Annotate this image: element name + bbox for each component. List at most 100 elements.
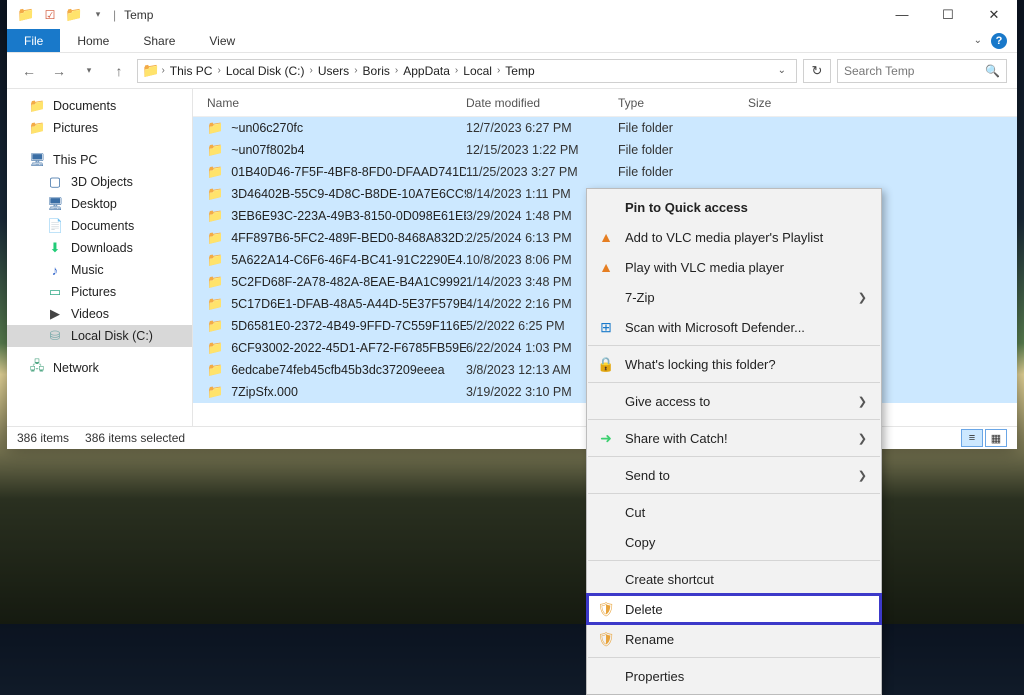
context-icon: ➜ [597, 430, 615, 447]
folder-icon: 📁 [207, 186, 223, 202]
context-icon: ▲ [597, 229, 615, 245]
ribbon-view[interactable]: View [192, 29, 252, 52]
col-name[interactable]: Name [193, 96, 466, 110]
context-icon: ▲ [597, 259, 615, 275]
breadcrumb-1[interactable]: Local Disk (C:) [223, 64, 308, 78]
address-dropdown-icon[interactable]: ⌄ [772, 65, 792, 76]
folder-icon: 📁 [29, 120, 45, 136]
sidebar-item[interactable]: ▢ 3D Objects [7, 171, 192, 193]
sidebar-item[interactable]: ⛁ Local Disk (C:) [7, 325, 192, 347]
context-separator [588, 345, 880, 346]
view-icons-button[interactable]: ▦ [985, 429, 1007, 447]
close-button[interactable]: ✕ [971, 0, 1017, 29]
maximize-button[interactable]: ☐ [925, 0, 971, 29]
breadcrumb-5[interactable]: Local [460, 64, 495, 78]
folder-icon: 📁 [207, 340, 223, 356]
folder-icon: 📁 [207, 318, 223, 334]
context-icon: 🛡 [597, 601, 615, 618]
ribbon-home[interactable]: Home [60, 29, 126, 52]
col-size[interactable]: Size [748, 96, 1017, 110]
ribbon-expand-icon[interactable]: ⌄ [974, 35, 982, 46]
sidebar-item[interactable]: ⬇ Downloads [7, 237, 192, 259]
table-row[interactable]: 📁 01B40D46-7F5F-4BF8-8FD0-DFAAD741D... 1… [193, 161, 1017, 183]
folder-icon: 📁 [207, 296, 223, 312]
context-icon: 🔒 [597, 356, 615, 373]
context-item[interactable]: ⊞ Scan with Microsoft Defender... [587, 312, 881, 342]
file-name: 4FF897B6-5FC2-489F-BED0-8468A832D1... [231, 231, 466, 245]
refresh-button[interactable]: ↻ [803, 59, 831, 83]
sidebar-item[interactable]: ▭ Pictures [7, 281, 192, 303]
context-item[interactable]: Give access to ❯ [587, 386, 881, 416]
breadcrumb-4[interactable]: AppData [400, 64, 453, 78]
context-item[interactable]: 🔒 What's locking this folder? [587, 349, 881, 379]
minimize-button[interactable]: — [879, 0, 925, 29]
context-item[interactable]: ▲ Play with VLC media player [587, 252, 881, 282]
view-details-button[interactable]: ≡ [961, 429, 983, 447]
context-label: Rename [625, 632, 674, 647]
folder-icon: 📁 [207, 164, 223, 180]
app-icon: 📁 [15, 6, 37, 23]
sidebar-item[interactable]: 📄 Documents [7, 215, 192, 237]
up-button[interactable]: ↑ [107, 59, 131, 83]
file-name: ~un07f802b4 [231, 143, 304, 157]
sidebar-network[interactable]: 🖧 Network [7, 357, 192, 379]
context-item[interactable]: Cut [587, 497, 881, 527]
back-button[interactable]: ← [17, 59, 41, 83]
sidebar-item[interactable]: 📁 Documents [7, 95, 192, 117]
sidebar: 📁 Documents 📁 Pictures 🖥 This PC ▢ 3D Ob… [7, 89, 193, 426]
context-item[interactable]: Properties [587, 661, 881, 691]
window-title: Temp [124, 8, 153, 22]
file-name: 5C2FD68F-2A78-482A-8EAE-B4A1C9992... [231, 275, 466, 289]
col-date[interactable]: Date modified [466, 96, 618, 110]
context-separator [588, 382, 880, 383]
file-type: File folder [618, 121, 748, 135]
address-icon: 📁 [142, 62, 159, 79]
context-item[interactable]: 🛡 Delete [587, 594, 881, 624]
context-item[interactable]: 7-Zip ❯ [587, 282, 881, 312]
context-item[interactable]: Pin to Quick access [587, 192, 881, 222]
sidebar-icon: ⛁ [47, 328, 63, 344]
context-label: Play with VLC media player [625, 260, 784, 275]
context-label: Properties [625, 669, 684, 684]
ribbon-file[interactable]: File [7, 29, 60, 52]
navbar: ← → ▾ ↑ 📁 › This PC› Local Disk (C:)› Us… [7, 53, 1017, 89]
context-item[interactable]: ▲ Add to VLC media player's Playlist [587, 222, 881, 252]
breadcrumb-3[interactable]: Boris [360, 64, 393, 78]
table-row[interactable]: 📁 ~un07f802b4 12/15/2023 1:22 PM File fo… [193, 139, 1017, 161]
context-item[interactable]: 🛡 Rename [587, 624, 881, 654]
sidebar-item-label: Downloads [71, 241, 133, 255]
qat-folder-icon[interactable]: 📁 [63, 6, 85, 23]
context-item[interactable]: ➜ Share with Catch! ❯ [587, 423, 881, 453]
recent-dropdown[interactable]: ▾ [77, 59, 101, 83]
chevron-right-icon: ❯ [858, 432, 867, 445]
ribbon: File Home Share View ⌄ ? [7, 29, 1017, 53]
sidebar-item[interactable]: ▶ Videos [7, 303, 192, 325]
context-item[interactable]: Send to ❯ [587, 460, 881, 490]
qat-checkbox-icon[interactable]: ☑ [39, 8, 61, 22]
file-name: 6CF93002-2022-45D1-AF72-F6785FB59E... [231, 341, 466, 355]
breadcrumb-0[interactable]: This PC [167, 64, 216, 78]
search-input[interactable]: Search Temp 🔍 [837, 59, 1007, 83]
sidebar-item[interactable]: 🖥 Desktop [7, 193, 192, 215]
ribbon-share[interactable]: Share [126, 29, 192, 52]
sidebar-this-pc[interactable]: 🖥 This PC [7, 149, 192, 171]
table-row[interactable]: 📁 ~un06c270fc 12/7/2023 6:27 PM File fol… [193, 117, 1017, 139]
context-item[interactable]: Create shortcut [587, 564, 881, 594]
forward-button[interactable]: → [47, 59, 71, 83]
col-type[interactable]: Type [618, 96, 748, 110]
breadcrumb-2[interactable]: Users [315, 64, 352, 78]
address-bar[interactable]: 📁 › This PC› Local Disk (C:)› Users› Bor… [137, 59, 797, 83]
sidebar-item[interactable]: 📁 Pictures [7, 117, 192, 139]
file-name: 3EB6E93C-223A-49B3-8150-0D098E61EB... [231, 209, 466, 223]
sidebar-item[interactable]: ♪ Music [7, 259, 192, 281]
help-button[interactable]: ? [991, 33, 1007, 49]
folder-icon: 📁 [29, 98, 45, 114]
context-label: Pin to Quick access [625, 200, 748, 215]
qat-dropdown-icon[interactable]: ▾ [87, 9, 109, 20]
context-label: Copy [625, 535, 655, 550]
breadcrumb-6[interactable]: Temp [502, 64, 537, 78]
context-item[interactable]: Copy [587, 527, 881, 557]
sidebar-item-label: Pictures [71, 285, 116, 299]
file-name: 6edcabe74feb45cfb45b3dc37209eeea [231, 363, 444, 377]
context-label: 7-Zip [625, 290, 655, 305]
